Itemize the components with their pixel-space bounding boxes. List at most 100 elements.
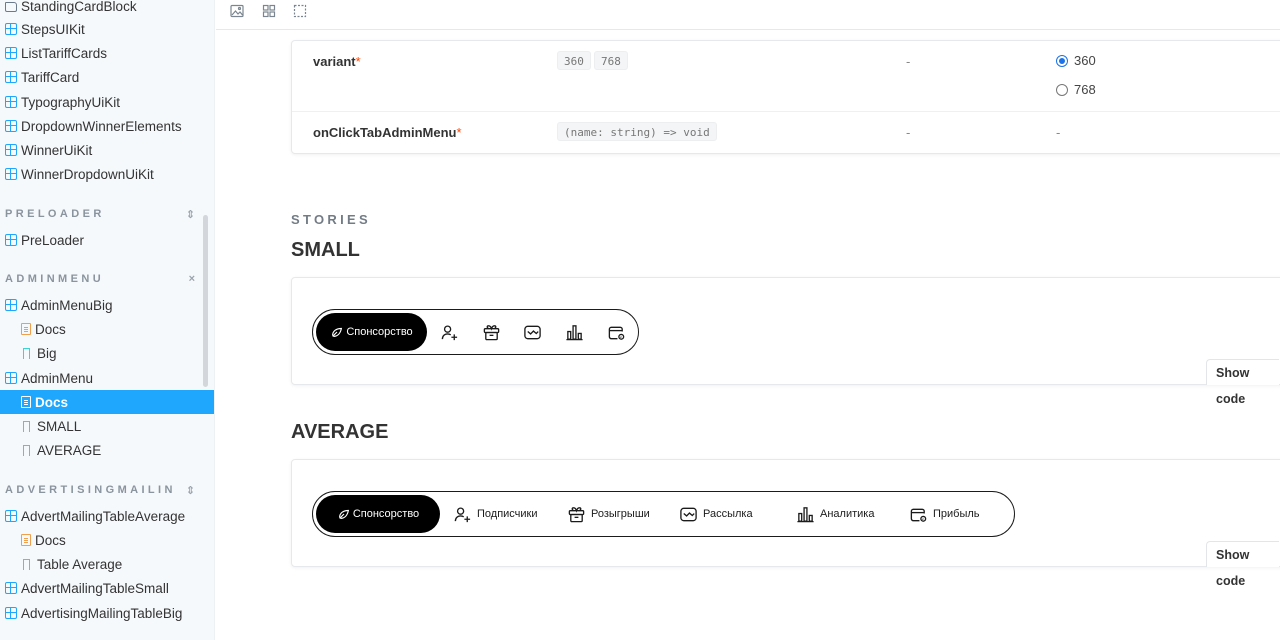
sidebar-item-label: AVERAGE <box>37 442 102 458</box>
required-marker: * <box>355 54 361 69</box>
sidebar-item-listtariffcards[interactable]: ListTariffCards <box>0 41 214 65</box>
sidebar-item-table-average[interactable]: Table Average <box>0 552 214 576</box>
expand-collapse-icon: ⇕ <box>185 208 195 221</box>
component-icon <box>5 582 17 594</box>
sidebar-item-winnerdropdownuikit[interactable]: WinnerDropdownUiKit <box>0 162 214 186</box>
show-code-button[interactable]: Show code <box>1206 541 1279 588</box>
prop-name-onclicktabadminmenu: onClickTabAdminMenu* <box>313 125 462 140</box>
sidebar-item-label: AdminMenuBig <box>21 297 113 313</box>
sidebar-item-adminmenu-docs[interactable]: Docs <box>0 390 214 414</box>
tab-label: Рассылка <box>703 508 753 520</box>
document-icon <box>21 396 31 408</box>
component-icon <box>5 47 17 59</box>
radio-label: 360 <box>1074 53 1096 68</box>
wallet-icon <box>910 508 927 522</box>
sidebar-item-label: StandingCardBlock <box>21 0 137 14</box>
bookmark-icon <box>23 444 30 456</box>
sidebar-item-label: PreLoader <box>21 232 85 248</box>
component-icon <box>5 607 17 619</box>
document-icon <box>21 323 31 335</box>
radio-button-selected[interactable] <box>1056 54 1068 67</box>
sidebar-item-winneruikit[interactable]: WinnerUiKit <box>0 138 214 162</box>
sidebar-item-adminmenubig[interactable]: AdminMenuBig <box>0 293 214 317</box>
tab-sponsorship-active[interactable]: Спонсорство <box>316 313 427 351</box>
admin-menu-small: Спонсорство <box>312 309 639 355</box>
bookmark-icon <box>23 347 30 359</box>
subscribers-icon <box>441 324 458 340</box>
giveaway-icon <box>483 324 500 340</box>
sidebar-item-label: Docs <box>35 394 69 410</box>
sidebar-item-label: TariffCard <box>21 69 80 85</box>
sidebar-item-label: StepsUIKit <box>21 21 85 37</box>
show-code-button[interactable]: Show code <box>1206 359 1279 406</box>
tab-label: Подписчики <box>477 508 538 520</box>
default-value: - <box>906 125 911 140</box>
component-icon <box>5 510 17 522</box>
sidebar-item-label: SMALL <box>37 418 82 434</box>
sidebar-item-standingcardblock[interactable]: StandingCardBlock <box>0 0 214 18</box>
control-value: - <box>1056 125 1061 140</box>
radio-button[interactable] <box>1056 83 1068 96</box>
story-canvas-average: Спонсорство Подписчики Розыгрыши Рассылк… <box>291 459 1280 588</box>
prop-name-variant: variant* <box>313 54 361 69</box>
sidebar-item-tariffcard[interactable]: TariffCard <box>0 65 214 89</box>
story-canvas-small: Спонсорство Show code <box>291 277 1280 406</box>
sidebar-item-advertmailingtablesmall[interactable]: AdvertMailingTableSmall <box>0 576 214 600</box>
sidebar-item-dropdownwinnerelements[interactable]: DropdownWinnerElements <box>0 114 214 138</box>
outline-icon[interactable] <box>293 4 307 18</box>
sponsorship-icon <box>338 509 349 519</box>
sidebar-item-label: AdvertMailingTableSmall <box>21 580 169 596</box>
section-title: ADVERTISINGMAILIN <box>5 484 176 496</box>
sidebar-item-adminmenu-small[interactable]: SMALL <box>0 414 214 438</box>
sidebar-item-advert-docs[interactable]: Docs <box>0 528 214 552</box>
grid-icon[interactable] <box>262 4 276 18</box>
sidebar-item-typographyuikit[interactable]: TypographyUiKit <box>0 90 214 114</box>
sidebar-item-adminmenubig-big[interactable]: Big <box>0 341 214 365</box>
stories-heading: STORIES <box>291 212 371 227</box>
tab-mailing[interactable] <box>523 310 542 354</box>
component-icon <box>5 372 17 384</box>
sidebar-item-adminmenu[interactable]: AdminMenu <box>0 366 214 390</box>
tab-subscribers[interactable]: Подписчики <box>453 492 538 536</box>
sidebar-item-label: WinnerDropdownUiKit <box>21 166 154 182</box>
tab-sponsorship-active[interactable]: Спонсорство <box>316 495 440 533</box>
story-title-small: SMALL <box>291 239 360 261</box>
tab-mailing[interactable]: Рассылка <box>679 492 753 536</box>
required-marker: * <box>456 125 462 140</box>
tab-profit[interactable] <box>607 310 626 354</box>
bookmark-icon <box>23 558 30 570</box>
sidebar-item-adminmenubig-docs[interactable]: Docs <box>0 317 214 341</box>
mailing-icon <box>680 507 697 521</box>
section-header-adminmenu[interactable]: ADMINMENU × <box>5 269 195 289</box>
tab-analytics[interactable] <box>565 310 584 354</box>
tab-label: Розыгрыши <box>591 508 650 520</box>
section-header-advertising[interactable]: ADVERTISINGMAILIN ⇕ <box>5 480 195 500</box>
sidebar-item-label: AdvertisingMailingTableBig <box>21 605 183 621</box>
tab-giveaway[interactable] <box>482 310 501 354</box>
tab-profit[interactable]: Прибыль <box>909 492 980 536</box>
radio-360[interactable]: 360 <box>1056 53 1096 68</box>
sidebar-item-label: Table Average <box>37 556 123 572</box>
toolbar <box>216 0 1280 30</box>
tab-giveaway[interactable]: Розыгрыши <box>567 492 650 536</box>
radio-768[interactable]: 768 <box>1056 82 1096 97</box>
sponsorship-icon <box>332 327 343 337</box>
type-value-768: 768 <box>594 51 628 70</box>
tab-label: Аналитика <box>820 508 875 520</box>
tab-subscribers[interactable] <box>440 310 459 354</box>
sidebar-item-preloader[interactable]: PreLoader <box>0 228 214 252</box>
tab-analytics[interactable]: Аналитика <box>796 492 874 536</box>
component-icon <box>5 234 17 246</box>
sidebar-item-advertmailingtableaverage[interactable]: AdvertMailingTableAverage <box>0 504 214 528</box>
sidebar-item-advertisingmailingtablebig[interactable]: AdvertisingMailingTableBig <box>0 601 214 625</box>
sidebar-item-label: Docs <box>35 532 66 548</box>
sidebar-item-label: TypographyUiKit <box>21 94 121 110</box>
sidebar-scrollbar[interactable] <box>203 215 208 387</box>
sidebar-item-stepsuikit[interactable]: StepsUIKit <box>0 17 214 41</box>
image-icon[interactable] <box>230 4 244 18</box>
section-title: PRELOADER <box>5 208 105 220</box>
section-header-preloader[interactable]: PRELOADER ⇕ <box>5 204 195 224</box>
sidebar-item-adminmenu-average[interactable]: AVERAGE <box>0 438 214 462</box>
component-icon <box>5 168 17 180</box>
subscribers-icon <box>454 506 471 522</box>
